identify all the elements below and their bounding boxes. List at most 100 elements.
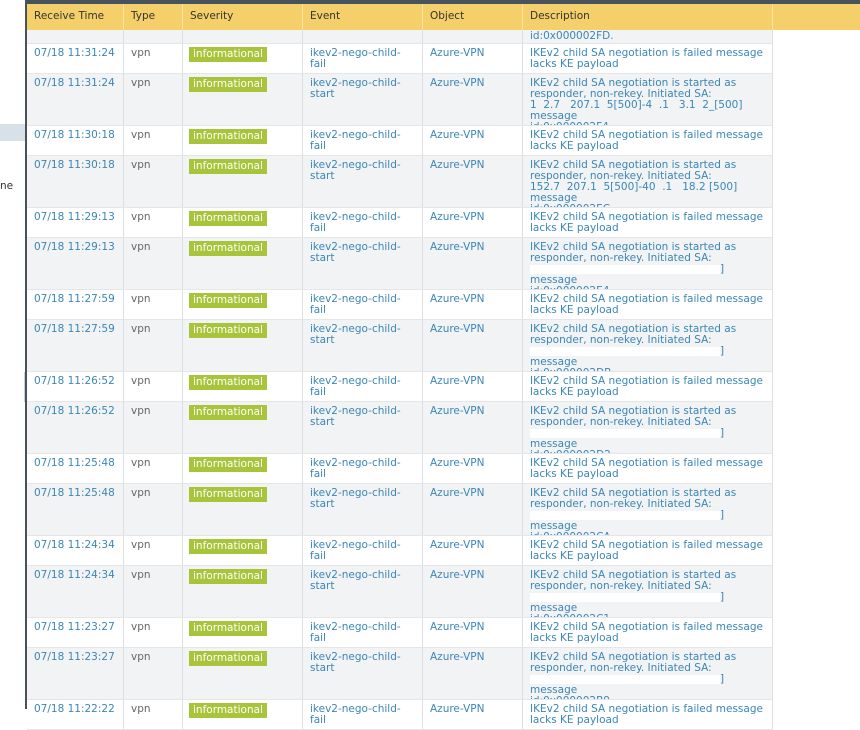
redacted-ip — [530, 428, 720, 438]
column-header-severity[interactable]: Severity — [183, 4, 303, 30]
severity-badge: informational — [189, 159, 267, 174]
table-row[interactable]: 07/18 11:22:22 vpn informational ikev2-nego… — [27, 700, 773, 730]
table-row[interactable]: 07/18 11:24:34 vpn informational ikev2-nego… — [27, 536, 773, 566]
left-nav-selected-item[interactable] — [0, 124, 25, 141]
type-cell: vpn — [124, 700, 183, 729]
severity-cell: informational — [183, 44, 303, 73]
left-nav-item-label[interactable]: ne — [0, 180, 13, 192]
description-cell: IKEv2 child SA negotiation is started as… — [523, 238, 773, 289]
receive-time-cell: 07/18 11:23:27 — [27, 648, 124, 699]
table-row[interactable]: 07/18 11:30:18 vpn informational ikev2-nego… — [27, 156, 773, 208]
receive-time-cell: 07/18 11:29:13 — [27, 208, 124, 237]
table-body: id:0x000002FD. 07/18 11:31:24 vpn informat… — [27, 30, 860, 730]
severity-badge: informational — [189, 651, 267, 666]
table-row[interactable]: 07/18 11:31:24 vpn informational ikev2-nego… — [27, 74, 773, 126]
table-row[interactable]: 07/18 11:25:48 vpn informational ikev2-nego… — [27, 484, 773, 536]
column-header-description[interactable]: Description — [523, 4, 773, 30]
severity-badge: informational — [189, 47, 267, 62]
table-row[interactable]: 07/18 11:27:59 vpn informational ikev2-nego… — [27, 290, 773, 320]
table-row[interactable]: 07/18 11:23:27 vpn informational ikev2-nego… — [27, 618, 773, 648]
severity-badge: informational — [189, 293, 267, 308]
column-header-object[interactable]: Object — [423, 4, 523, 30]
description-line: responder, non-rekey. Initiated SA: — [530, 252, 712, 264]
description-line: id:0x000002EC. — [530, 204, 765, 208]
severity-cell: informational — [183, 454, 303, 483]
redacted-ip — [530, 264, 720, 274]
table-row[interactable]: 07/18 11:31:24 vpn informational ikev2-nego… — [27, 44, 773, 74]
object-cell: Azure-VPN — [423, 290, 523, 319]
description-line: ] message — [530, 428, 765, 450]
severity-cell: informational — [183, 484, 303, 535]
type-cell: vpn — [124, 536, 183, 565]
column-header-event[interactable]: Event — [303, 4, 423, 30]
column-header-type[interactable]: Type — [124, 4, 183, 30]
receive-time-cell: 07/18 11:27:59 — [27, 290, 124, 319]
event-cell: ikev2-nego-child-fail — [303, 618, 423, 647]
severity-badge: informational — [189, 241, 267, 256]
event-cell: ikev2-nego-child-start — [303, 484, 423, 535]
description-line: id:0x000002B9. — [530, 696, 765, 700]
table-row[interactable]: 07/18 11:23:27 vpn informational ikev2-nego… — [27, 648, 773, 700]
table-row[interactable]: 07/18 11:29:13 vpn informational ikev2-nego… — [27, 238, 773, 290]
table-row[interactable]: 07/18 11:25:48 vpn informational ikev2-nego… — [27, 454, 773, 484]
object-cell: Azure-VPN — [423, 74, 523, 125]
column-header-receive-time[interactable]: Receive Time — [27, 4, 124, 30]
receive-time-cell: 07/18 11:26:52 — [27, 372, 124, 401]
severity-badge: informational — [189, 569, 267, 584]
receive-time-cell: 07/18 11:29:13 — [27, 238, 124, 289]
redacted-ip — [530, 592, 720, 602]
description-line: ] message — [530, 674, 765, 696]
event-cell: ikev2-nego-child-start — [303, 156, 423, 207]
table-row[interactable]: 07/18 11:27:59 vpn informational ikev2-nego… — [27, 320, 773, 372]
type-cell: vpn — [124, 74, 183, 125]
type-cell: vpn — [124, 648, 183, 699]
left-nav-panel: ne — [0, 0, 25, 709]
object-cell: Azure-VPN — [423, 648, 523, 699]
table-row[interactable]: 07/18 11:26:52 vpn informational ikev2-nego… — [27, 402, 773, 454]
event-cell: ikev2-nego-child-fail — [303, 208, 423, 237]
table-row[interactable]: 07/18 11:26:52 vpn informational ikev2-nego… — [27, 372, 773, 402]
object-cell: Azure-VPN — [423, 126, 523, 155]
description-line: responder, non-rekey. Initiated SA: — [530, 334, 712, 346]
type-cell: vpn — [124, 484, 183, 535]
event-cell: ikev2-nego-child-fail — [303, 454, 423, 483]
severity-badge: informational — [189, 323, 267, 338]
description-line: responder, non-rekey. Initiated SA: — [530, 662, 712, 674]
table-row-partial[interactable]: id:0x000002FD. — [27, 30, 773, 44]
table-row[interactable]: 07/18 11:24:34 vpn informational ikev2-nego… — [27, 566, 773, 618]
event-cell: ikev2-nego-child-start — [303, 566, 423, 617]
description-line: lacks KE payload — [530, 714, 619, 726]
severity-cell: informational — [183, 372, 303, 401]
description-cell: IKEv2 child SA negotiation is failed mes… — [523, 618, 773, 647]
receive-time-cell: 07/18 11:30:18 — [27, 126, 124, 155]
description-cell: IKEv2 child SA negotiation is failed mes… — [523, 126, 773, 155]
severity-badge: informational — [189, 129, 267, 144]
description-line: responder, non-rekey. Initiated SA: — [530, 416, 712, 428]
severity-cell: informational — [183, 74, 303, 125]
receive-time-cell: 07/18 11:27:59 — [27, 320, 124, 371]
object-cell: Azure-VPN — [423, 156, 523, 207]
table-row[interactable]: 07/18 11:30:18 vpn informational ikev2-nego… — [27, 126, 773, 156]
event-cell: ikev2-nego-child-fail — [303, 372, 423, 401]
object-cell: Azure-VPN — [423, 238, 523, 289]
receive-time-cell: 07/18 11:26:52 — [27, 402, 124, 453]
severity-cell: informational — [183, 402, 303, 453]
severity-cell: informational — [183, 618, 303, 647]
severity-cell: informational — [183, 126, 303, 155]
table-row[interactable]: 07/18 11:29:13 vpn informational ikev2-nego… — [27, 208, 773, 238]
description-line: id:0x000002DB. — [530, 368, 765, 372]
severity-badge: informational — [189, 211, 267, 226]
description-line: id:0x000002C1. — [530, 614, 765, 618]
receive-time-cell: 07/18 11:31:24 — [27, 44, 124, 73]
description-cell: IKEv2 child SA negotiation is started as… — [523, 566, 773, 617]
object-cell: Azure-VPN — [423, 208, 523, 237]
type-cell: vpn — [124, 208, 183, 237]
description-line: lacks KE payload — [530, 58, 619, 70]
description-line: id:0x000002CA. — [530, 532, 765, 536]
severity-badge: informational — [189, 375, 267, 390]
description-line: ] message — [530, 264, 765, 286]
object-cell: Azure-VPN — [423, 484, 523, 535]
table-header: Receive Time Type Severity Event Object … — [27, 4, 860, 30]
description-line: id:0x000002E4. — [530, 286, 765, 290]
description-cell: IKEv2 child SA negotiation is failed mes… — [523, 700, 773, 729]
